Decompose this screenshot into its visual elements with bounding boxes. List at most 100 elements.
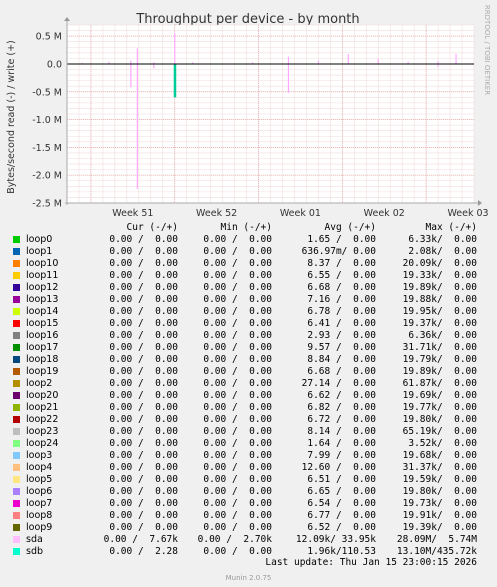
y-tick-label: 0.0: [47, 59, 62, 70]
legend-name: loop16: [26, 330, 59, 341]
legend-name: loop22: [26, 414, 59, 425]
legend-row: loop3 0.00 / 0.00 0.00 / 0.00 7.99 / 0.00 19…: [0, 450, 497, 462]
legend-swatch: [13, 524, 20, 531]
legend-max-value: 61.87k/ 0.00: [402, 378, 477, 389]
legend-cur-value: 0.00 / 0.00: [109, 390, 178, 401]
legend-max-value: 19.79k/ 0.00: [402, 354, 477, 365]
legend-max-value: 19.89k/ 0.00: [402, 366, 477, 377]
legend-row: loop4 0.00 / 0.00 0.00 / 0.00 12.60 / 0.00 3…: [0, 462, 497, 474]
legend-avg-value: 8.14 / 0.00: [307, 426, 376, 437]
legend-cur-value: 0.00 / 0.00: [109, 462, 178, 473]
legend-cur-value: 0.00 / 7.67k: [103, 534, 178, 545]
legend-name: loop5: [26, 474, 53, 485]
legend-row: loop21 0.00 / 0.00 0.00 / 0.00 6.82 / 0.00 1…: [0, 402, 497, 414]
legend-max-value: 19.59k/ 0.00: [402, 474, 477, 485]
legend-max-value: 6.33k/ 0.00: [408, 234, 477, 245]
legend-name: loop17: [26, 342, 59, 353]
legend-avg-value: 9.57 / 0.00: [307, 342, 376, 353]
legend-row: loop9 0.00 / 0.00 0.00 / 0.00 6.52 / 0.00 19…: [0, 522, 497, 534]
legend-cur-value: 0.00 / 0.00: [109, 318, 178, 329]
legend-avg-value: 6.78 / 0.00: [307, 306, 376, 317]
legend-cur-value: 0.00 / 0.00: [109, 510, 178, 521]
y-axis-arrow: [64, 17, 70, 21]
legend-name: loop23: [26, 426, 59, 437]
legend-cur-value: 0.00 / 0.00: [109, 246, 178, 257]
legend-avg-value: 8.37 / 0.00: [307, 258, 376, 269]
legend-avg-value: 7.99 / 0.00: [307, 450, 376, 461]
series-sdb-read-bar: [173, 63, 177, 98]
legend-swatch: [13, 344, 20, 351]
y-tick-label: 0.5 M: [36, 32, 62, 43]
legend-swatch: [13, 488, 20, 495]
legend-name: loop18: [26, 354, 59, 365]
legend-min-value: 0.00 / 0.00: [203, 294, 272, 305]
y-tick-label: -1.5 M: [32, 143, 62, 154]
legend-avg-value: 1.65 / 0.00: [307, 234, 376, 245]
legend-avg-value: 6.77 / 0.00: [307, 510, 376, 521]
legend-cur-value: 0.00 / 0.00: [109, 438, 178, 449]
legend-max-value: 20.09k/ 0.00: [402, 258, 477, 269]
legend-avg-value: 8.84 / 0.00: [307, 354, 376, 365]
legend-name: loop7: [26, 498, 53, 509]
legend-max-value: 19.37k/ 0.00: [402, 318, 477, 329]
legend-cur-value: 0.00 / 0.00: [109, 474, 178, 485]
header-cur: Cur (-/+): [126, 222, 178, 233]
legend-name: loop3: [26, 450, 53, 461]
legend-avg-value: 6.62 / 0.00: [307, 390, 376, 401]
legend-cur-value: 0.00 / 0.00: [109, 450, 178, 461]
legend-max-value: 31.71k/ 0.00: [402, 342, 477, 353]
legend-avg-value: 6.68 / 0.00: [307, 282, 376, 293]
legend-name: loop20: [26, 390, 59, 401]
legend-swatch: [13, 320, 20, 327]
legend-max-value: 19.91k/ 0.00: [402, 510, 477, 521]
legend-avg-value: 12.09k/ 33.95k: [295, 534, 376, 545]
legend-name: loop8: [26, 510, 53, 521]
legend-row: loop10 0.00 / 0.00 0.00 / 0.00 8.37 / 0.00 2…: [0, 258, 497, 270]
legend-max-value: 65.19k/ 0.00: [402, 426, 477, 437]
legend-swatch: [13, 284, 20, 291]
legend-max-value: 31.37k/ 0.00: [402, 462, 477, 473]
legend-name: loop1: [26, 246, 53, 257]
legend-min-value: 0.00 / 0.00: [203, 234, 272, 245]
legend-min-value: 0.00 / 0.00: [203, 282, 272, 293]
legend-name: loop15: [26, 318, 59, 329]
legend-cur-value: 0.00 / 0.00: [109, 270, 178, 281]
legend-min-value: 0.00 / 0.00: [203, 330, 272, 341]
legend-cur-value: 0.00 / 0.00: [109, 306, 178, 317]
legend-min-value: 0.00 / 0.00: [203, 522, 272, 533]
legend-max-value: 19.68k/ 0.00: [402, 450, 477, 461]
legend-name: loop0: [26, 234, 53, 245]
legend-avg-value: 6.51 / 0.00: [307, 474, 376, 485]
legend-max-value: 19.80k/ 0.00: [402, 414, 477, 425]
rrdtool-credit: RRDTOOL / TOBI OETIKER: [483, 5, 491, 95]
legend-row: loop6 0.00 / 0.00 0.00 / 0.00 6.65 / 0.00 19…: [0, 486, 497, 498]
legend-swatch: [13, 260, 20, 267]
legend-max-value: 6.36k/ 0.00: [408, 330, 477, 341]
legend-cur-value: 0.00 / 0.00: [109, 426, 178, 437]
legend-max-value: 19.95k/ 0.00: [402, 306, 477, 317]
legend-cur-value: 0.00 / 0.00: [109, 282, 178, 293]
legend-min-value: 0.00 / 0.00: [203, 366, 272, 377]
legend-min-value: 0.00 / 0.00: [203, 342, 272, 353]
x-tick-label: Week 01: [280, 208, 321, 219]
legend-avg-value: 7.16 / 0.00: [307, 294, 376, 305]
legend-max-value: 19.77k/ 0.00: [402, 402, 477, 413]
legend-row: loop11 0.00 / 0.00 0.00 / 0.00 6.55 / 0.00 1…: [0, 270, 497, 282]
legend-swatch: [13, 392, 20, 399]
legend-row: loop24 0.00 / 0.00 0.00 / 0.00 1.64 / 0.00 3…: [0, 438, 497, 450]
legend-swatch: [13, 248, 20, 255]
legend-cur-value: 0.00 / 0.00: [109, 378, 178, 389]
legend-row: loop20 0.00 / 0.00 0.00 / 0.00 6.62 / 0.00 1…: [0, 390, 497, 402]
last-update: Last update: Thu Jan 15 23:00:15 2026: [265, 557, 477, 568]
legend-min-value: 0.00 / 0.00: [203, 378, 272, 389]
legend-row: loop8 0.00 / 0.00 0.00 / 0.00 6.77 / 0.00 19…: [0, 510, 497, 522]
legend-swatch: [13, 500, 20, 507]
legend-cur-value: 0.00 / 0.00: [109, 522, 178, 533]
legend-min-value: 0.00 / 0.00: [203, 258, 272, 269]
legend-min-value: 0.00 / 0.00: [203, 354, 272, 365]
legend-cur-value: 0.00 / 0.00: [109, 258, 178, 269]
y-axis-label: Bytes/second read (-) / write (+): [6, 40, 17, 194]
legend-min-value: 0.00 / 2.70k: [197, 534, 272, 545]
legend-max-value: 19.89k/ 0.00: [402, 282, 477, 293]
legend-swatch: [13, 272, 20, 279]
